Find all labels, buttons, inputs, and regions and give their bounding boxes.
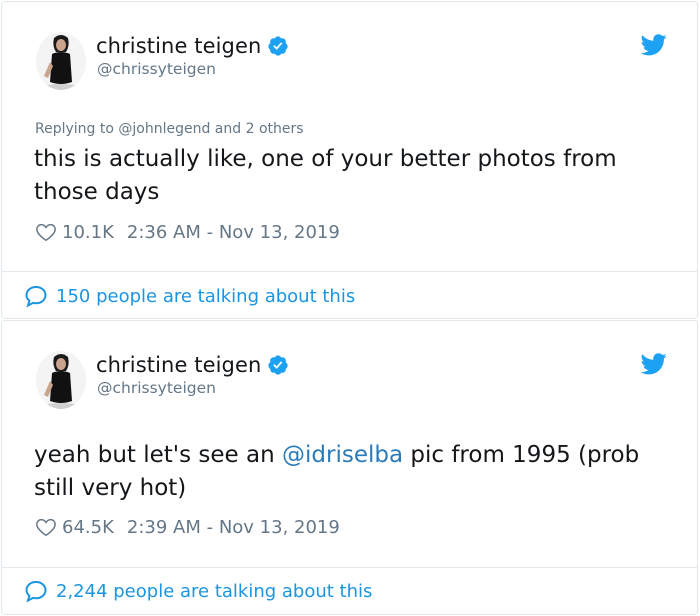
tweet-text: this is actually like, one of your bette…	[34, 143, 684, 209]
tweet-text: yeah but let's see an @idriselba pic fro…	[34, 439, 684, 505]
replying-suffix[interactable]: and 2 others	[210, 121, 304, 137]
tweet-header: christine teigen @chrissyteigen	[2, 2, 697, 102]
tweet-header: christine teigen @chrissyteigen	[2, 321, 697, 421]
verified-badge-icon	[268, 355, 289, 375]
speech-bubble-icon	[25, 285, 47, 308]
divider	[2, 567, 697, 568]
tweet-text-body: this is actually like, one of your bette…	[34, 146, 617, 205]
author-name[interactable]: christine teigen	[96, 353, 261, 377]
conversation-link[interactable]: 150 people are talking about this	[24, 284, 355, 308]
avatar[interactable]	[36, 351, 86, 409]
author-name-row: christine teigen	[96, 34, 289, 58]
author-name[interactable]: christine teigen	[96, 34, 261, 58]
tweet-meta: 10.1K 2:36 AM - Nov 13, 2019	[35, 221, 340, 243]
mention-link[interactable]: @idriselba	[282, 442, 403, 468]
author-handle[interactable]: @chrissyteigen	[97, 60, 216, 78]
tweet-meta: 64.5K 2:39 AM - Nov 13, 2019	[35, 516, 340, 538]
tweet-card-1: christine teigen @chrissyteigen Replying…	[1, 1, 698, 319]
tweet-timestamp[interactable]: 2:39 AM - Nov 13, 2019	[127, 517, 340, 538]
tweet-card-2: christine teigen @chrissyteigen yeah but…	[1, 320, 698, 615]
verified-badge-icon	[268, 36, 289, 56]
author-handle[interactable]: @chrissyteigen	[97, 379, 216, 397]
twitter-bird-icon[interactable]	[641, 34, 667, 56]
replying-to-line: Replying to @johnlegend and 2 others	[35, 121, 304, 137]
replying-to-link[interactable]: @johnlegend	[118, 121, 210, 137]
divider	[2, 271, 697, 272]
author-name-row: christine teigen	[96, 353, 289, 377]
twitter-bird-icon[interactable]	[641, 353, 667, 375]
replying-prefix: Replying to	[35, 121, 119, 137]
tweet-timestamp[interactable]: 2:36 AM - Nov 13, 2019	[127, 222, 340, 243]
avatar[interactable]	[36, 32, 86, 90]
like-count: 64.5K	[62, 516, 114, 538]
tweet-text-before: yeah but let's see an	[34, 442, 283, 468]
conversation-link[interactable]: 2,244 people are talking about this	[24, 579, 372, 603]
like-count: 10.1K	[62, 221, 114, 243]
conversation-count[interactable]: 150 people are talking about this	[56, 286, 355, 307]
conversation-count[interactable]: 2,244 people are talking about this	[56, 581, 372, 602]
heart-icon[interactable]	[35, 221, 57, 243]
speech-bubble-icon	[25, 580, 47, 603]
heart-icon[interactable]	[35, 516, 57, 538]
